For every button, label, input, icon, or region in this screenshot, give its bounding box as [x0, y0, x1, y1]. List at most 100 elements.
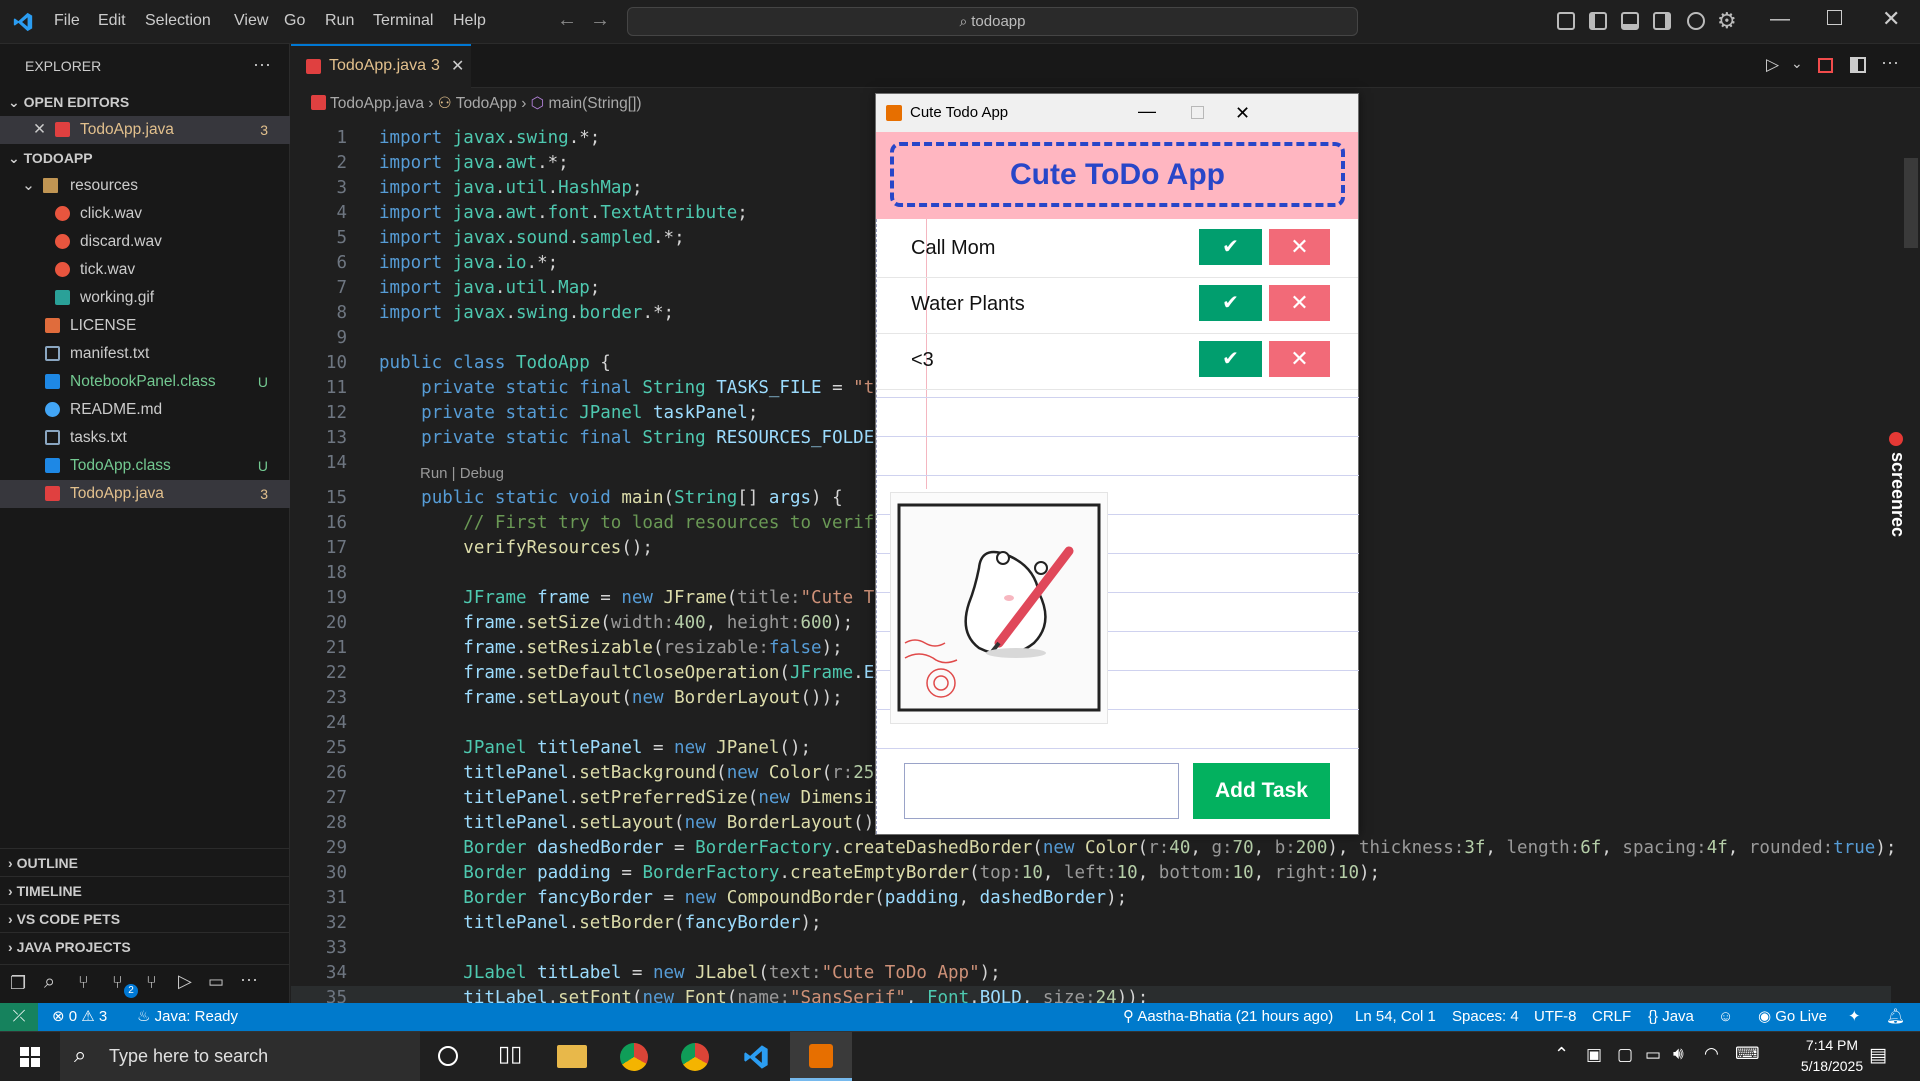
add-task-button[interactable]: Add Task: [1193, 763, 1330, 819]
toggle-sidebar-icon[interactable]: [1589, 12, 1607, 30]
customize-layout-icon[interactable]: [1557, 12, 1575, 30]
file-item[interactable]: NotebookPanel.class U: [0, 368, 290, 396]
menu-view[interactable]: View: [234, 12, 268, 30]
tray-app-icon[interactable]: ▣: [1586, 1045, 1602, 1065]
wifi-icon[interactable]: ◠: [1704, 1044, 1719, 1064]
menu-help[interactable]: Help: [453, 12, 486, 30]
notification-center-icon[interactable]: ▤: [1869, 1044, 1887, 1067]
project-header[interactable]: ⌄ TODOAPP: [0, 144, 290, 172]
tab-todoapp-java[interactable]: TodoApp.java 3 ✕: [291, 44, 471, 88]
source-control-graph-icon[interactable]: ⑂: [112, 972, 123, 993]
menu-run[interactable]: Run: [325, 12, 354, 30]
close-window-icon[interactable]: ✕: [1882, 6, 1900, 32]
restore-icon[interactable]: [1827, 10, 1842, 25]
git-blame[interactable]: ⚲ Aastha-Bhatia (21 hours ago): [1123, 1003, 1333, 1031]
explorer-icon[interactable]: ❐: [10, 973, 26, 994]
file-item[interactable]: working.gif: [0, 284, 290, 312]
language-mode[interactable]: {} Java: [1648, 1003, 1694, 1031]
outline-section[interactable]: › OUTLINE: [0, 848, 290, 876]
file-item[interactable]: discard.wav: [0, 228, 290, 256]
file-item[interactable]: LICENSE: [0, 312, 290, 340]
source-control-icon[interactable]: ⑂: [78, 972, 89, 993]
cortana-icon[interactable]: [438, 1046, 458, 1066]
file-explorer-icon[interactable]: [557, 1045, 587, 1068]
open-editor-item[interactable]: ✕ TodoApp.java 3: [0, 116, 290, 144]
tray-meet-icon[interactable]: ▢: [1617, 1045, 1633, 1065]
menu-edit[interactable]: Edit: [98, 12, 126, 30]
command-center-search[interactable]: ⌕ todoapp: [627, 7, 1358, 36]
more-icon[interactable]: ···: [240, 969, 258, 990]
java-projects-section[interactable]: › JAVA PROJECTS: [0, 932, 290, 960]
search-icon[interactable]: ⌕: [44, 971, 55, 994]
codelens-run-debug[interactable]: Run | Debug: [420, 465, 504, 482]
tray-chevron-up-icon[interactable]: ⌃: [1554, 1044, 1569, 1065]
close-editor-icon[interactable]: ✕: [33, 116, 46, 144]
folder-resources[interactable]: ⌄ resources: [0, 172, 290, 200]
file-item[interactable]: README.md: [0, 396, 290, 424]
delete-task-button[interactable]: ✕: [1269, 229, 1330, 265]
keyboard-icon[interactable]: ⌨: [1735, 1044, 1760, 1064]
nav-forward-icon[interactable]: →: [590, 9, 610, 32]
menu-selection[interactable]: Selection: [145, 12, 211, 30]
complete-task-button[interactable]: ✔: [1199, 229, 1262, 265]
battery-icon[interactable]: ▭: [1645, 1045, 1661, 1065]
menu-go[interactable]: Go: [284, 12, 305, 30]
new-task-input[interactable]: [904, 763, 1179, 819]
file-item[interactable]: tick.wav: [0, 256, 290, 284]
menu-terminal[interactable]: Terminal: [373, 12, 433, 30]
encoding[interactable]: UTF-8: [1534, 1003, 1577, 1031]
menu-file[interactable]: File: [54, 12, 80, 30]
cursor-position[interactable]: Ln 54, Col 1: [1355, 1003, 1436, 1031]
close-tab-icon[interactable]: ✕: [451, 56, 464, 76]
complete-task-button[interactable]: ✔: [1199, 285, 1262, 321]
delete-task-button[interactable]: ✕: [1269, 285, 1330, 321]
notifications-bell-icon[interactable]: 🔔︎: [1886, 1003, 1905, 1031]
screenrec-widget[interactable]: screenrec: [1885, 432, 1920, 592]
swing-close-icon[interactable]: ✕: [1235, 94, 1250, 132]
volume-icon[interactable]: 🔊︎: [1673, 1044, 1684, 1064]
split-editor-icon[interactable]: [1850, 57, 1866, 73]
scrollbar-thumb[interactable]: [1904, 158, 1918, 248]
breadcrumb-file[interactable]: TodoApp.java: [330, 95, 424, 112]
breadcrumb-method[interactable]: main(String[]): [549, 95, 642, 112]
java-app-taskbar-button[interactable]: [790, 1032, 852, 1081]
run-debug-icon[interactable]: ▷: [178, 971, 192, 992]
accounts-icon[interactable]: [1687, 12, 1705, 30]
taskbar-search-box[interactable]: ⌕ Type here to search: [60, 1032, 420, 1081]
toggle-secondary-sidebar-icon[interactable]: [1653, 12, 1671, 30]
chrome-profile-icon[interactable]: [681, 1043, 709, 1071]
timeline-section[interactable]: › TIMELINE: [0, 876, 290, 904]
more-actions-icon[interactable]: ···: [253, 50, 271, 78]
taskbar-clock[interactable]: 7:14 PM 5/18/2025: [1782, 1035, 1882, 1077]
breadcrumb-class[interactable]: TodoApp: [456, 95, 517, 112]
run-icon[interactable]: ▷: [1766, 55, 1779, 75]
file-item[interactable]: click.wav: [0, 200, 290, 228]
file-item[interactable]: manifest.txt: [0, 340, 290, 368]
start-button[interactable]: [0, 1032, 58, 1081]
chevron-down-icon[interactable]: ⌄: [1791, 55, 1803, 72]
branches-icon[interactable]: ⑂: [146, 972, 157, 993]
remote-explorer-icon[interactable]: ▭: [208, 972, 224, 992]
stop-icon[interactable]: [1818, 58, 1833, 73]
go-live-button[interactable]: ◉ Go Live: [1758, 1003, 1827, 1031]
complete-task-button[interactable]: ✔: [1199, 341, 1262, 377]
toggle-panel-icon[interactable]: [1621, 12, 1639, 30]
swing-minimize-icon[interactable]: —: [1138, 92, 1156, 130]
task-view-icon[interactable]: ▯▯: [498, 1041, 522, 1067]
file-item[interactable]: TodoApp.class U: [0, 452, 290, 480]
settings-gear-icon[interactable]: ⚙: [1717, 8, 1737, 34]
java-status[interactable]: ♨ Java: Ready: [137, 1003, 238, 1031]
file-item-selected[interactable]: TodoApp.java 3: [0, 480, 290, 508]
indentation[interactable]: Spaces: 4: [1452, 1003, 1519, 1031]
nav-back-icon[interactable]: ←: [557, 9, 577, 32]
line-ending[interactable]: CRLF: [1592, 1003, 1631, 1031]
copilot-icon[interactable]: ☺: [1718, 1003, 1733, 1031]
file-item[interactable]: tasks.txt: [0, 424, 290, 452]
more-actions-icon[interactable]: ···: [1881, 52, 1899, 73]
problems-indicator[interactable]: ⊗ 0 ⚠ 3: [52, 1003, 107, 1031]
remote-indicator-icon[interactable]: ⤫: [0, 1003, 38, 1031]
feedback-icon[interactable]: ✦: [1848, 1003, 1861, 1031]
delete-task-button[interactable]: ✕: [1269, 341, 1330, 377]
vscode-pets-section[interactable]: › VS CODE PETS: [0, 904, 290, 932]
chrome-icon[interactable]: [620, 1043, 648, 1071]
